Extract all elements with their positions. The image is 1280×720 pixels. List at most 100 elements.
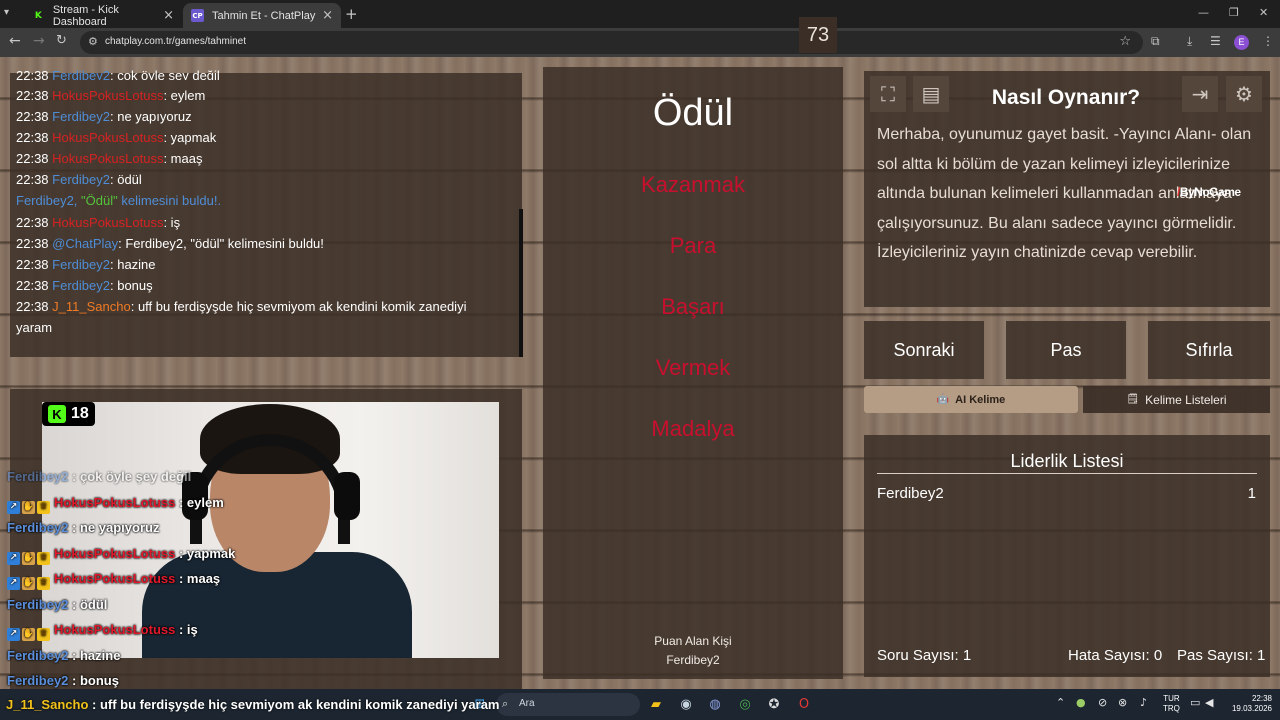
- chat-line-continued: yaram: [16, 320, 53, 335]
- notepad-icon: 🗒: [1126, 394, 1140, 405]
- badge-icon: ✋: [22, 552, 35, 565]
- rules-document-icon[interactable]: ▤: [913, 76, 949, 112]
- volume-icon[interactable]: ◀: [1205, 696, 1213, 709]
- back-icon[interactable]: ←: [9, 33, 21, 49]
- bynogame-watermark: /ByNoGame: [1177, 185, 1241, 199]
- tray-app-icon[interactable]: ⊘: [1098, 696, 1107, 709]
- chat-scrollbar[interactable]: [519, 209, 523, 357]
- site-info-icon[interactable]: ⚙: [88, 35, 98, 48]
- overlay-chat-line: ↗ ✋ ♛ HokusPokusLotuss : yapmak: [7, 546, 235, 565]
- next-button[interactable]: Sonraki: [864, 321, 984, 379]
- crown-icon: ♛: [37, 577, 50, 590]
- chat-line: 22:38 Ferdibey2: çok öyle şey değil: [16, 68, 220, 80]
- bookmark-star-icon[interactable]: ☆: [1119, 34, 1131, 49]
- leaderboard-row-name: Ferdibey2: [877, 485, 944, 502]
- forbidden-word: Para: [669, 233, 717, 258]
- forbidden-word: Madalya: [651, 416, 735, 441]
- forbidden-word: Kazanmak: [641, 172, 745, 197]
- crown-icon: ♛: [37, 628, 50, 641]
- microphone-icon[interactable]: ♪: [1140, 696, 1147, 709]
- reload-icon[interactable]: ↻: [56, 33, 67, 48]
- tray-app-icon[interactable]: ●: [1076, 696, 1086, 709]
- headset-ear-right: [334, 472, 360, 520]
- reset-button[interactable]: Sıfırla: [1148, 321, 1270, 379]
- reading-list-icon[interactable]: ☰: [1210, 34, 1221, 48]
- tab-title: Tahmin Et - ChatPlay: [212, 9, 316, 22]
- tab-title: Stream - Kick Dashboard: [52, 3, 119, 28]
- opera-icon[interactable]: O: [794, 695, 814, 713]
- question-count: Soru Sayısı: 1: [877, 647, 972, 664]
- app-icon[interactable]: ✪: [764, 695, 784, 713]
- overlay-chat-line: ↗ ✋ ♛ HokusPokusLotuss : iş: [7, 622, 198, 641]
- chat-line: 22:38 Ferdibey2: ne yapıyoruz: [16, 109, 192, 124]
- tab-ai-word[interactable]: 🤖 AI Kelime: [864, 386, 1078, 413]
- kick-viewer-badge: K 18: [42, 402, 95, 426]
- chrome-icon[interactable]: ◎: [735, 695, 755, 713]
- found-word-notice: Ferdibey2, "Ödül" kelimesini buldu!.: [16, 193, 222, 208]
- chat-line: 22:38 Ferdibey2: bonuş: [16, 278, 153, 293]
- scorer-label: Puan Alan Kişi: [654, 634, 732, 648]
- badge-icon: ↗: [7, 552, 20, 565]
- overlay-chat-line: Ferdibey2 : bonuş: [7, 673, 119, 688]
- tray-app-icon[interactable]: ⊗: [1118, 696, 1127, 709]
- taskbar-search[interactable]: ⌕ Ara: [496, 693, 640, 716]
- overlay-chat-line: Ferdibey2 : çok öyle şey değil: [7, 469, 192, 484]
- chatplay-favicon-icon: CP: [191, 9, 204, 22]
- pass-button[interactable]: Pas: [1006, 321, 1126, 379]
- overlay-chat-ticker: J_11_Sancho : uff bu ferdişyşde hiç sevm…: [6, 697, 500, 712]
- badge-icon: ✋: [22, 501, 35, 514]
- taskbar-clock[interactable]: 22:38 19.03.2026: [1226, 694, 1272, 714]
- forbidden-word: Başarı: [661, 294, 725, 319]
- browser-tab-chatplay[interactable]: CP Tahmin Et - ChatPlay ×: [183, 3, 341, 28]
- download-icon[interactable]: ⤓: [1187, 34, 1192, 49]
- close-tab-icon[interactable]: ×: [163, 8, 174, 23]
- badge-icon: ↗: [7, 628, 20, 641]
- leaderboard-divider: [877, 473, 1257, 474]
- target-word: Ödül: [652, 92, 734, 134]
- settings-gear-icon[interactable]: ⚙: [1226, 76, 1262, 112]
- browser-tab-kick[interactable]: K Stream - Kick Dashboard ×: [24, 3, 182, 28]
- url-text: chatplay.com.tr/games/tahminet: [105, 36, 246, 47]
- extensions-icon[interactable]: ⧉: [1151, 34, 1160, 49]
- chat-line: 22:38 HokusPokusLotuss: iş: [16, 215, 181, 230]
- menu-kebab-icon[interactable]: ⋮: [1262, 34, 1274, 48]
- countdown-timer: 73: [799, 17, 837, 53]
- language-indicator[interactable]: TUR TRQ: [1163, 694, 1180, 714]
- chat-line: 22:38 HokusPokusLotuss: maaş: [16, 151, 203, 166]
- minimize-icon[interactable]: —: [1198, 6, 1209, 19]
- browser-toolbar: ← → ↻ ⚙ chatplay.com.tr/games/tahminet ☆…: [0, 28, 1280, 57]
- chat-line: 22:38 Ferdibey2: ödül: [16, 172, 142, 187]
- pass-count: Pas Sayısı: 1: [1177, 647, 1266, 664]
- profile-avatar[interactable]: E: [1234, 35, 1249, 50]
- steam-icon[interactable]: ◉: [676, 695, 696, 713]
- close-window-icon[interactable]: ✕: [1259, 6, 1268, 19]
- discord-icon[interactable]: ◍: [705, 695, 725, 713]
- address-bar[interactable]: ⚙ chatplay.com.tr/games/tahminet ☆: [80, 31, 1143, 54]
- file-explorer-icon[interactable]: ▰: [646, 695, 666, 713]
- chat-line: 22:38 HokusPokusLotuss: eylem: [16, 88, 206, 103]
- viewer-count: 18: [71, 405, 89, 422]
- forward-icon[interactable]: →: [33, 33, 45, 49]
- badge-icon: ↗: [7, 577, 20, 590]
- badge-icon: ✋: [22, 628, 35, 641]
- overlay-chat-line: Ferdibey2 : ödül: [7, 597, 108, 612]
- ai-robot-icon: 🤖: [936, 394, 950, 405]
- overlay-chat-line: Ferdibey2 : ne yapıyoruz: [7, 520, 160, 535]
- scorer-name: Ferdibey2: [666, 653, 720, 667]
- overlay-chat-line: Ferdibey2 : hazine: [7, 648, 121, 663]
- tab-word-lists[interactable]: 🗒 Kelime Listeleri: [1083, 386, 1270, 413]
- network-icon[interactable]: ▭: [1190, 696, 1200, 709]
- overlay-chat-line: ↗ ✋ ♛ HokusPokusLotuss : maaş: [7, 571, 220, 590]
- new-tab-icon[interactable]: +: [345, 5, 358, 23]
- exit-icon[interactable]: ⇥: [1182, 76, 1218, 112]
- kick-logo-icon: K: [48, 405, 66, 423]
- fullscreen-icon[interactable]: ⛶: [870, 76, 906, 112]
- badge-icon: ↗: [7, 501, 20, 514]
- close-tab-icon[interactable]: ×: [322, 8, 333, 23]
- crown-icon: ♛: [37, 552, 50, 565]
- error-count: Hata Sayısı: 0: [1068, 647, 1163, 664]
- tab-search-icon[interactable]: ▾: [4, 7, 9, 18]
- leaderboard-title: Liderlik Listesi: [1010, 451, 1124, 471]
- restore-icon[interactable]: ❐: [1229, 6, 1239, 19]
- tray-chevron-icon[interactable]: ⌃: [1056, 696, 1065, 709]
